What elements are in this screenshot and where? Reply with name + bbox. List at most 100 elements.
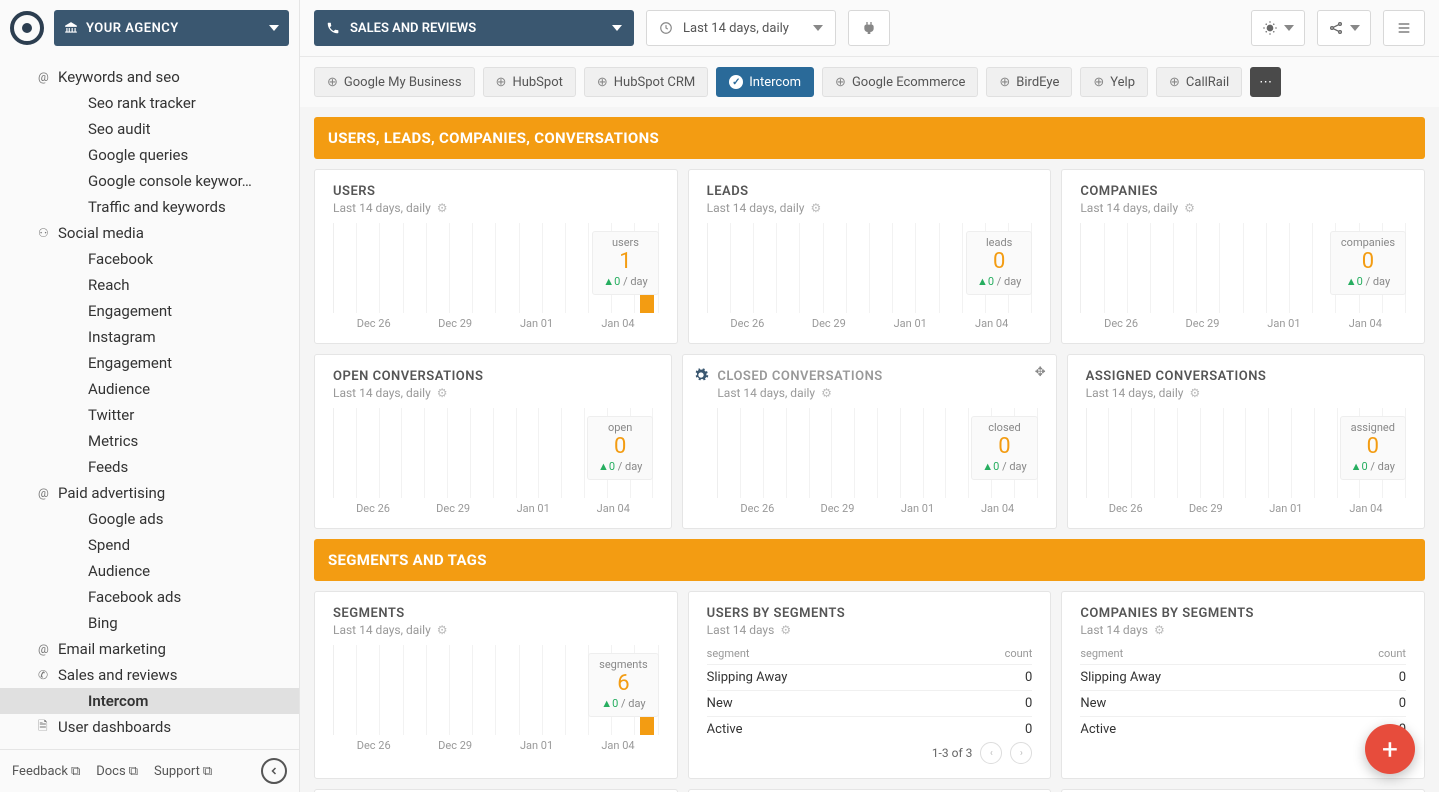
collapse-sidebar-button[interactable] (261, 758, 287, 784)
agency-dropdown[interactable]: YOUR AGENCY (54, 10, 289, 46)
nav-item[interactable]: Seo audit (0, 116, 299, 142)
tab-label: HubSpot CRM (614, 75, 695, 90)
integration-tab[interactable]: ⊕Yelp (1080, 67, 1148, 97)
integration-tab[interactable]: Intercom (716, 67, 814, 97)
x-axis: Dec 26Dec 29Jan 01Jan 04 (1080, 317, 1406, 330)
table-card-users_by_segments: USERS BY SEGMENTSLast 14 days ⚙segmentco… (688, 591, 1052, 779)
feedback-link[interactable]: Feedback ⧉ (12, 764, 80, 779)
gear-icon[interactable]: ⚙ (1184, 201, 1195, 215)
nav-item[interactable]: Metrics (0, 428, 299, 454)
section-header-2: SEGMENTS AND TAGS (314, 539, 1425, 581)
gear-icon[interactable]: ⚙ (1154, 623, 1165, 637)
nav-item[interactable]: Twitter (0, 402, 299, 428)
nav-item[interactable]: Seo rank tracker (0, 90, 299, 116)
plug-icon (861, 20, 877, 36)
support-link[interactable]: Support ⧉ (154, 764, 212, 779)
nav: @Keywords and seoSeo rank trackerSeo aud… (0, 56, 299, 749)
metric-card-open: OPEN CONVERSATIONSLast 14 days, daily ⚙o… (314, 354, 672, 529)
gear-icon[interactable]: ⚙ (437, 201, 448, 215)
pager-prev[interactable]: ‹ (980, 742, 1002, 764)
table-row: Slipping Away0 (1080, 664, 1406, 690)
gear-icon[interactable]: ⚙ (437, 386, 448, 400)
card-title: USERS (333, 184, 659, 199)
integrations-button[interactable] (848, 10, 890, 46)
section-dropdown[interactable]: SALES AND REVIEWS (314, 10, 634, 46)
gear-icon[interactable] (693, 367, 709, 383)
gear-icon[interactable]: ⚙ (821, 386, 832, 400)
nav-item[interactable]: Spend (0, 532, 299, 558)
card-title: LEADS (707, 184, 1033, 199)
nav-item[interactable]: Bing (0, 610, 299, 636)
nav-group[interactable]: 🗎 User dashboards (0, 714, 299, 740)
stat-delta: ▲0 / day (982, 460, 1026, 473)
card-title: CLOSED CONVERSATIONS (717, 369, 1037, 384)
stat-delta: ▲0 / day (598, 460, 642, 473)
x-axis: Dec 26Dec 29Jan 01Jan 04 (333, 502, 653, 515)
stat-value: 0 (977, 251, 1021, 273)
stat-value: 1 (603, 251, 647, 273)
integration-tab[interactable]: ⊕HubSpot CRM (584, 67, 708, 97)
nav-item[interactable]: Intercom (0, 688, 299, 714)
pager-next[interactable]: › (1010, 742, 1032, 764)
gear-icon[interactable]: ⚙ (780, 623, 791, 637)
nav-group[interactable]: @Email marketing (0, 636, 299, 662)
chevron-down-icon (1284, 25, 1294, 31)
x-axis: Dec 26Dec 29Jan 01Jan 04 (707, 317, 1033, 330)
card-title: USERS BY SEGMENTS (707, 606, 1033, 621)
nav-group[interactable]: @ Paid advertising (0, 480, 299, 506)
nav-item[interactable]: Google console keywor… (0, 168, 299, 194)
integration-tab[interactable]: ⊕BirdEye (986, 67, 1072, 97)
topbar: SALES AND REVIEWS Last 14 days, daily (300, 0, 1439, 57)
tabs-more-button[interactable]: ⋯ (1250, 67, 1281, 97)
nav-item[interactable]: Audience (0, 558, 299, 584)
integration-tab[interactable]: ⊕Google Ecommerce (822, 67, 978, 97)
integration-tab[interactable]: ⊕CallRail (1156, 67, 1242, 97)
nav-group-label: User dashboards (58, 718, 171, 736)
nav-group[interactable]: @Keywords and seo (0, 64, 299, 90)
table-head: segmentcount (707, 647, 1033, 664)
date-range-picker[interactable]: Last 14 days, daily (646, 10, 836, 46)
tab-label: HubSpot (512, 75, 562, 90)
nav-item[interactable]: Facebook (0, 246, 299, 272)
table-head: segmentcount (1080, 647, 1406, 664)
nav-item[interactable]: Engagement (0, 298, 299, 324)
nav-item[interactable]: Traffic and keywords (0, 194, 299, 220)
card-title: OPEN CONVERSATIONS (333, 369, 653, 384)
nav-item[interactable]: Instagram (0, 324, 299, 350)
integration-tab[interactable]: ⊕HubSpot (483, 67, 576, 97)
nav-item[interactable]: Engagement (0, 350, 299, 376)
nav-group[interactable]: ⚇Social media (0, 220, 299, 246)
menu-button[interactable] (1383, 10, 1425, 46)
gear-icon[interactable]: ⚙ (810, 201, 821, 215)
metric-card-segments: SEGMENTSLast 14 days, daily ⚙segments6▲0… (314, 591, 678, 779)
plus-circle-icon: ⊕ (327, 75, 338, 90)
doc-icon: 🗎 (38, 717, 52, 738)
nav-item[interactable]: Google queries (0, 142, 299, 168)
phone-icon: ✆ (38, 668, 52, 682)
fab-add-button[interactable]: + (1365, 724, 1415, 774)
gear-icon[interactable]: ⚙ (437, 623, 448, 637)
clock-icon (659, 21, 673, 35)
nav-item[interactable]: Facebook ads (0, 584, 299, 610)
share-button[interactable] (1317, 10, 1371, 46)
nav-group-label: Sales and reviews (58, 666, 177, 684)
nav-group-label: Keywords and seo (58, 68, 180, 86)
plus-circle-icon: ⊕ (1093, 75, 1104, 90)
nav-group-label: Social media (58, 224, 144, 242)
move-icon[interactable]: ✥ (1035, 365, 1046, 380)
chevron-down-icon (269, 25, 279, 31)
gear-icon[interactable]: ⚙ (1189, 386, 1200, 400)
docs-link[interactable]: Docs ⧉ (96, 764, 138, 779)
card-subtitle: Last 14 days, daily ⚙ (333, 386, 653, 400)
theme-button[interactable] (1251, 10, 1305, 46)
nav-item[interactable]: Google ads (0, 506, 299, 532)
integration-tab[interactable]: ⊕Google My Business (314, 67, 475, 97)
nav-group-label: Paid advertising (58, 484, 165, 502)
nav-item[interactable]: Feeds (0, 454, 299, 480)
stat-value: 0 (1341, 251, 1395, 273)
nav-group[interactable]: ✆ Sales and reviews (0, 662, 299, 688)
stat-box: leads0▲0 / day (966, 231, 1032, 295)
nav-item[interactable]: Audience (0, 376, 299, 402)
nav-item[interactable]: Reach (0, 272, 299, 298)
@-icon: @ (38, 486, 52, 500)
